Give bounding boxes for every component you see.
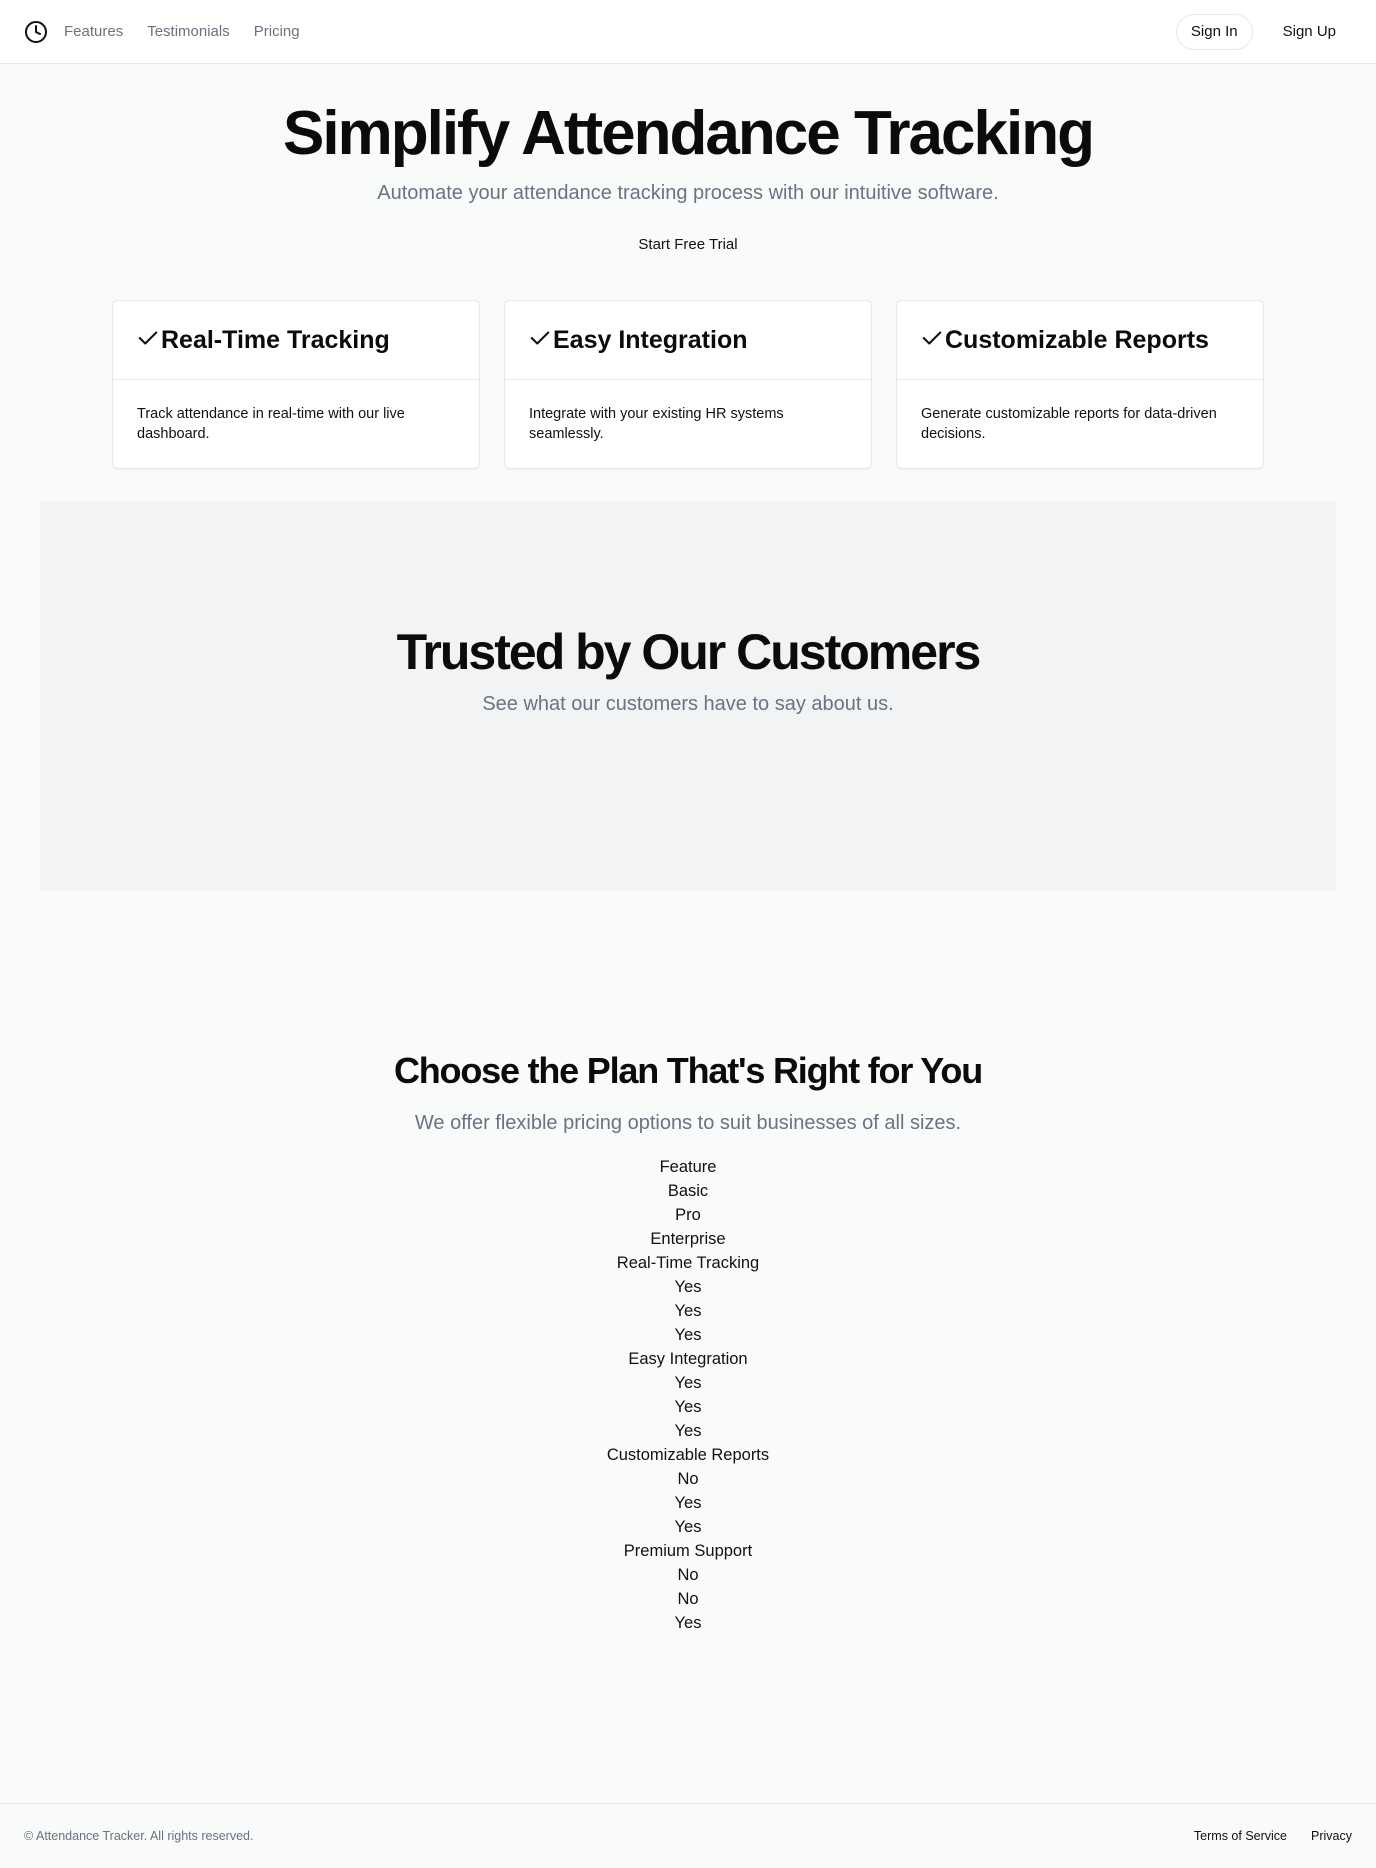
testimonials-section: Trusted by Our Customers See what our cu… bbox=[40, 501, 1336, 890]
nav-link-pricing[interactable]: Pricing bbox=[254, 23, 300, 40]
feature-card-title: Real-Time Tracking bbox=[161, 325, 390, 354]
site-footer: © Attendance Tracker. All rights reserve… bbox=[0, 1803, 1376, 1868]
feature-card: Easy Integration Integrate with your exi… bbox=[504, 300, 872, 469]
feature-card-header: Real-Time Tracking bbox=[113, 301, 479, 380]
check-icon bbox=[137, 327, 159, 353]
auth-actions: Sign In Sign Up bbox=[1175, 13, 1352, 50]
check-icon bbox=[529, 327, 551, 353]
pricing-header-cell: Feature bbox=[659, 1158, 717, 1176]
clock-icon[interactable] bbox=[24, 20, 48, 44]
feature-card-title: Customizable Reports bbox=[945, 325, 1209, 354]
pricing-feature-cell: Real-Time Tracking bbox=[616, 1254, 760, 1272]
feature-card-header: Customizable Reports bbox=[897, 301, 1263, 380]
site-header: Features Testimonials Pricing Sign In Si… bbox=[0, 0, 1376, 64]
feature-card-description: Integrate with your existing HR systems … bbox=[529, 406, 784, 442]
pricing-value-cell: Yes bbox=[674, 1278, 702, 1296]
feature-cards: Real-Time Tracking Track attendance in r… bbox=[112, 300, 1264, 469]
feature-card-title: Easy Integration bbox=[553, 325, 748, 354]
sign-up-button[interactable]: Sign Up bbox=[1267, 14, 1352, 50]
pricing-value-cell: Yes bbox=[674, 1422, 702, 1440]
pricing-value-cell: Yes bbox=[674, 1302, 702, 1320]
nav-link-features[interactable]: Features bbox=[64, 23, 123, 40]
pricing-value-cell: Yes bbox=[674, 1494, 702, 1512]
pricing-value-cell: No bbox=[677, 1566, 699, 1584]
check-icon bbox=[921, 327, 943, 353]
pricing-header-cell: Enterprise bbox=[650, 1230, 726, 1248]
feature-card-description: Track attendance in real-time with our l… bbox=[137, 406, 405, 442]
nav-link-testimonials[interactable]: Testimonials bbox=[147, 23, 230, 40]
feature-card-description: Generate customizable reports for data-d… bbox=[921, 406, 1217, 442]
main-nav: Features Testimonials Pricing bbox=[64, 23, 300, 40]
feature-card: Real-Time Tracking Track attendance in r… bbox=[112, 300, 480, 469]
testimonials-subtitle: See what our customers have to say about… bbox=[482, 693, 894, 715]
pricing-title: Choose the Plan That's Right for You bbox=[393, 1050, 983, 1091]
feature-card-header: Easy Integration bbox=[505, 301, 871, 380]
footer-links: Terms of Service Privacy bbox=[1194, 1829, 1352, 1843]
pricing-header-cell: Pro bbox=[675, 1206, 701, 1224]
pricing-feature-cell: Easy Integration bbox=[628, 1350, 748, 1368]
pricing-feature-cell: Customizable Reports bbox=[606, 1446, 770, 1464]
pricing-header-cell: Basic bbox=[667, 1182, 709, 1200]
testimonials-title: Trusted by Our Customers bbox=[396, 624, 982, 680]
pricing-value-cell: Yes bbox=[674, 1374, 702, 1392]
pricing-value-cell: Yes bbox=[674, 1398, 702, 1416]
sign-in-button[interactable]: Sign In bbox=[1175, 13, 1253, 50]
pricing-table: Feature Basic Pro Enterprise Real-Time T… bbox=[0, 1155, 1376, 1635]
hero-subtitle: Automate your attendance tracking proces… bbox=[377, 182, 999, 204]
copyright-text: © Attendance Tracker. All rights reserve… bbox=[24, 1829, 254, 1843]
privacy-link[interactable]: Privacy bbox=[1311, 1829, 1352, 1843]
pricing-value-cell: Yes bbox=[674, 1326, 702, 1344]
feature-card: Customizable Reports Generate customizab… bbox=[896, 300, 1264, 469]
pricing-value-cell: Yes bbox=[674, 1614, 702, 1632]
pricing-value-cell: No bbox=[677, 1470, 699, 1488]
pricing-value-cell: Yes bbox=[674, 1518, 702, 1536]
hero-title: Simplify Attendance Tracking bbox=[283, 99, 1095, 168]
pricing-value-cell: No bbox=[677, 1590, 699, 1608]
pricing-feature-cell: Premium Support bbox=[623, 1542, 753, 1560]
start-free-trial-link[interactable]: Start Free Trial bbox=[0, 236, 1376, 253]
pricing-subtitle: We offer flexible pricing options to sui… bbox=[414, 1112, 962, 1134]
terms-of-service-link[interactable]: Terms of Service bbox=[1194, 1829, 1287, 1843]
